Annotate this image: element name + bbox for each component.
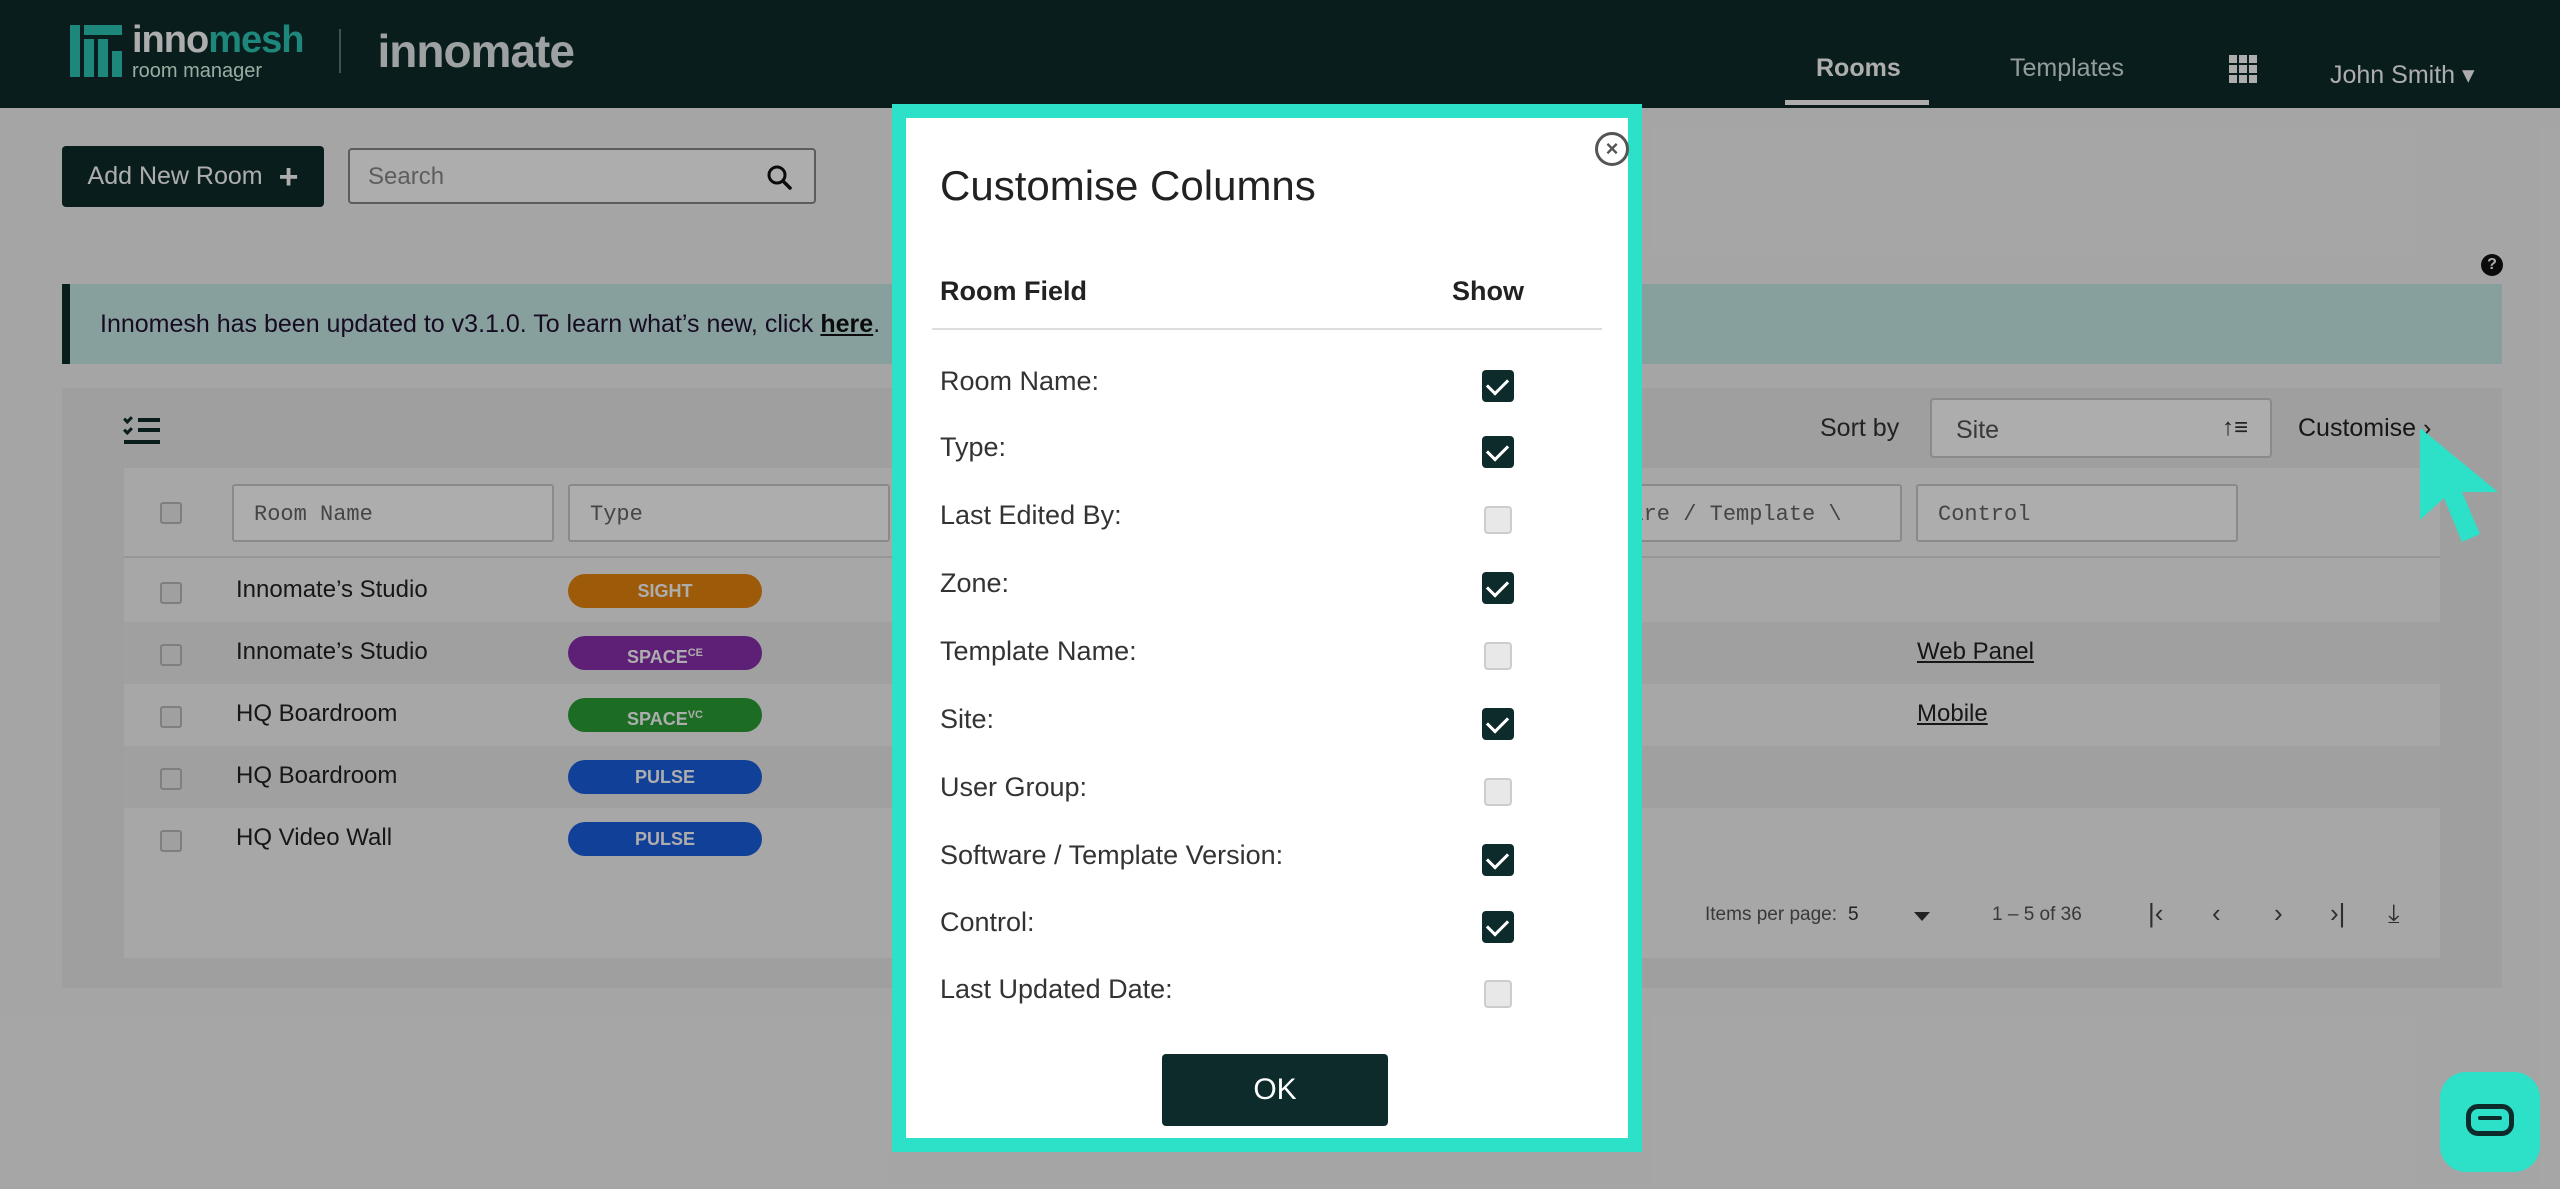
chat-bubble-icon — [2466, 1104, 2514, 1136]
show-last-edited-by-checkbox[interactable] — [1484, 506, 1512, 534]
field-label: Software / Template Version: — [940, 840, 1284, 870]
show-user-group-checkbox[interactable] — [1484, 778, 1512, 806]
field-row-template-name: Template Name: — [906, 618, 1628, 686]
show-last-updated-date-checkbox[interactable] — [1484, 980, 1512, 1008]
show-template-name-checkbox[interactable] — [1484, 642, 1512, 670]
field-label: User Group: — [940, 772, 1088, 802]
field-row-control: Control: — [906, 889, 1628, 957]
field-label: Type: — [940, 432, 1007, 462]
field-row-zone: Zone: — [906, 550, 1628, 618]
field-label: Last Edited By: — [940, 500, 1122, 530]
show-site-checkbox[interactable] — [1482, 708, 1514, 740]
show-header: Show — [1452, 276, 1524, 306]
customise-columns-modal: Customise Columns × Room Field Show Room… — [892, 104, 1642, 1152]
cursor-pointer-icon — [2420, 428, 2498, 542]
field-label: Zone: — [940, 568, 1010, 598]
field-row-software-template-version: Software / Template Version: — [906, 822, 1628, 890]
field-row-type: Type: — [906, 414, 1628, 482]
show-control-checkbox[interactable] — [1482, 911, 1514, 943]
show-zone-checkbox[interactable] — [1482, 572, 1514, 604]
room-field-header: Room Field — [940, 276, 1087, 306]
field-label: Room Name: — [940, 366, 1100, 396]
ok-button[interactable]: OK — [1162, 1054, 1388, 1126]
field-label: Site: — [940, 704, 995, 734]
field-label: Template Name: — [940, 636, 1137, 666]
modal-backdrop-top — [0, 0, 2560, 108]
show-software-template-version-checkbox[interactable] — [1482, 844, 1514, 876]
field-row-user-group: User Group: — [906, 754, 1628, 822]
field-label: Control: — [940, 907, 1035, 937]
field-row-room-name: Room Name: — [906, 348, 1628, 416]
chat-support-button[interactable] — [2440, 1072, 2540, 1172]
header-divider — [932, 328, 1602, 330]
show-type-checkbox[interactable] — [1482, 436, 1514, 468]
show-room-name-checkbox[interactable] — [1482, 370, 1514, 402]
field-row-last-updated-date: Last Updated Date: — [906, 956, 1628, 1024]
modal-title: Customise Columns — [940, 162, 1316, 209]
field-label: Last Updated Date: — [940, 974, 1173, 1004]
field-row-last-edited-by: Last Edited By: — [906, 482, 1628, 550]
close-icon[interactable]: × — [1595, 132, 1629, 166]
field-row-site: Site: — [906, 686, 1628, 754]
